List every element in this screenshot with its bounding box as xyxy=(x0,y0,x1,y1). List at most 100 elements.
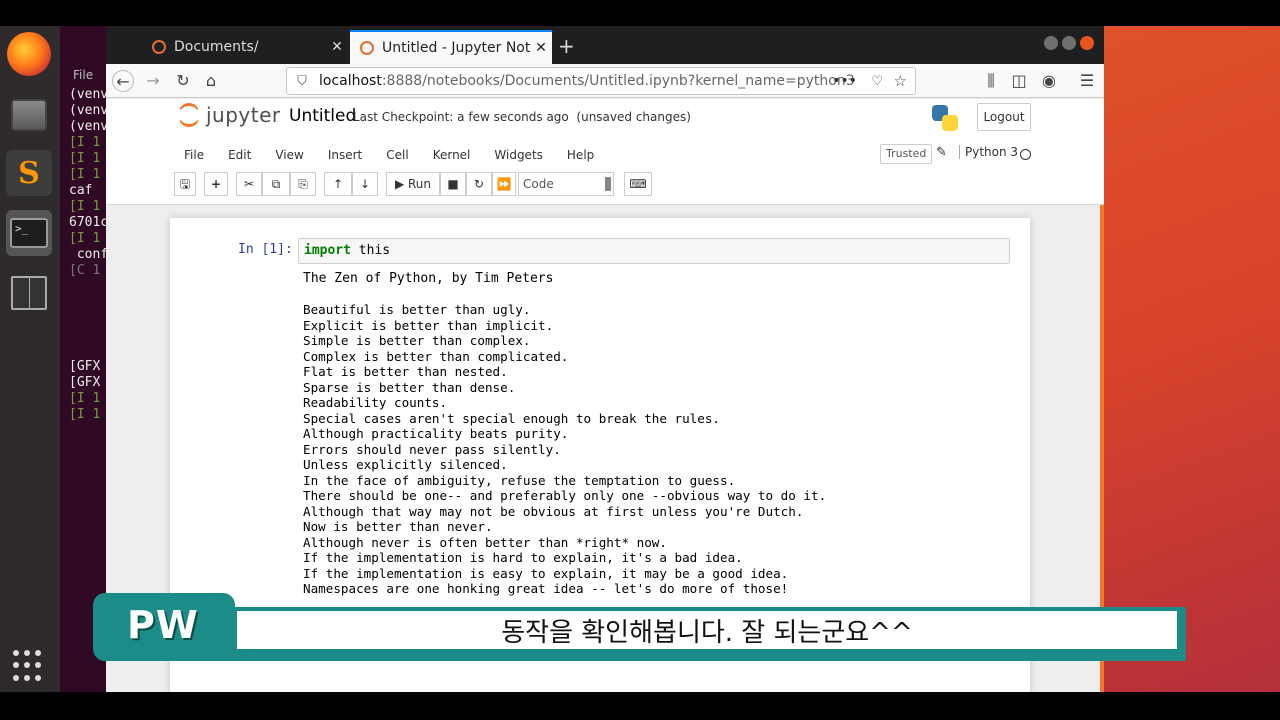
terminal-line: 6701c xyxy=(69,215,106,230)
close-tab-icon[interactable]: ✕ xyxy=(326,39,348,55)
restart-run-all-icon[interactable]: ⏩ xyxy=(492,172,516,196)
output-line: Beautiful is better than ugly. xyxy=(303,302,531,317)
menu-help[interactable]: Help xyxy=(555,148,606,162)
terminal-line: [GFX xyxy=(69,359,101,374)
output-line: Although never is often better than *rig… xyxy=(303,534,667,550)
menu-widgets[interactable]: Widgets xyxy=(482,148,555,162)
menu-cell[interactable]: Cell xyxy=(374,148,420,162)
library-icon[interactable]: ⫼ xyxy=(980,70,1002,92)
letterbox-bottom xyxy=(0,692,1280,720)
tab-untitled-notebook[interactable]: Untitled - Jupyter Notebook ✕ xyxy=(350,30,552,64)
terminal-line: [I 1 xyxy=(69,407,101,422)
jupyter-logo[interactable]: jupyter xyxy=(178,103,281,127)
menu-insert[interactable]: Insert xyxy=(316,148,374,162)
url-bar[interactable]: ⛉ ▢ localhost :8888/notebooks/Documents/… xyxy=(286,67,916,720)
close-tab-icon[interactable]: ✕ xyxy=(530,40,552,56)
channel-badge-text: PW xyxy=(127,603,199,647)
output-line: Namespaces are one honking great idea --… xyxy=(303,581,789,596)
firefox-icon[interactable] xyxy=(7,32,51,76)
terminal-line: [I 1 xyxy=(69,135,101,150)
unsaved-changes: (unsaved changes) xyxy=(576,110,691,124)
compare-icon[interactable] xyxy=(6,270,52,316)
jupyter-page: jupyter Untitled Last Checkpoint: a few … xyxy=(106,99,1104,692)
pocket-icon[interactable]: ♡ xyxy=(871,74,883,89)
cell-output: Beautiful is better than ugly. Explicit i… xyxy=(303,302,826,597)
menu-file[interactable]: File xyxy=(172,148,216,162)
command-palette-icon[interactable]: ⌨ xyxy=(624,172,652,196)
account-icon[interactable]: ◉ xyxy=(1038,70,1060,92)
output-line: Special cases aren't special enough to b… xyxy=(303,410,721,426)
output-line: Flat is better than nested. xyxy=(303,364,508,379)
terminal-window: File (venv (venv (venv [I 1 [I 1 [I 1 caf [I 16… xyxy=(60,26,106,692)
terminal-line: [GFX xyxy=(69,375,101,390)
output-line: Although that way may not be obvious at … xyxy=(303,503,804,519)
terminal-line: [I 1 xyxy=(69,167,101,182)
paste-icon[interactable]: ⎘ xyxy=(290,172,316,196)
cell-type-select[interactable]: Code xyxy=(518,172,614,196)
cut-icon[interactable]: ✂ xyxy=(236,172,262,196)
sidebar-icon[interactable]: ◫ xyxy=(1008,70,1030,92)
save-icon[interactable]: 🖫 xyxy=(174,172,196,196)
files-icon[interactable] xyxy=(6,92,52,138)
forward-icon[interactable]: → xyxy=(142,70,164,92)
code-rest: this xyxy=(350,243,391,258)
run-button[interactable]: ▶ Run xyxy=(386,172,440,196)
checkpoint-text: Last Checkpoint: a few seconds ago xyxy=(353,110,569,124)
trusted-indicator[interactable]: Trusted xyxy=(880,144,933,164)
back-icon[interactable]: ← xyxy=(112,70,134,92)
page-actions-icon[interactable]: ••• xyxy=(832,73,857,89)
copy-icon[interactable]: ⧉ xyxy=(262,172,290,196)
terminal-line: [I 1 xyxy=(69,391,101,406)
output-line: In the face of ambiguity, refuse the tem… xyxy=(303,472,736,488)
menu-view[interactable]: View xyxy=(263,148,315,162)
notebook-name[interactable]: Untitled xyxy=(289,106,356,126)
maximize-icon[interactable] xyxy=(1062,36,1076,50)
menu-kernel[interactable]: Kernel xyxy=(421,148,483,162)
output-title: The Zen of Python, by Tim Peters xyxy=(303,271,554,286)
input-prompt: In [1]: xyxy=(238,242,293,257)
bookmark-star-icon[interactable]: ☆ xyxy=(894,72,907,90)
terminal-line: (venv xyxy=(69,87,106,102)
output-line: If the implementation is easy to explain… xyxy=(303,565,789,581)
edit-mode-icon: ✎ xyxy=(936,145,947,160)
tab-title: Documents/ xyxy=(174,39,259,55)
jupyter-favicon-icon xyxy=(152,40,166,54)
sublime-text-icon[interactable]: S xyxy=(6,150,52,196)
letterbox-top xyxy=(0,0,1280,26)
move-up-icon[interactable]: ↑ xyxy=(324,172,352,196)
ubuntu-dock: S >_ xyxy=(0,26,60,692)
menu-edit[interactable]: Edit xyxy=(216,148,263,162)
tab-title: Untitled - Jupyter Notebook xyxy=(382,40,530,56)
home-icon[interactable]: ⌂ xyxy=(200,70,222,92)
output-line: Simple is better than complex. xyxy=(303,333,531,348)
terminal-line: caf xyxy=(69,183,93,198)
new-tab-button[interactable]: + xyxy=(558,34,575,58)
tab-documents[interactable]: Documents/ ✕ xyxy=(142,30,348,64)
terminal-line: conf xyxy=(69,247,106,262)
insert-cell-icon[interactable]: + xyxy=(204,172,228,196)
output-line: Complex is better than complicated. xyxy=(303,348,569,364)
tab-bar: Documents/ ✕ Untitled - Jupyter Notebook… xyxy=(106,26,1104,64)
hamburger-menu-icon[interactable]: ☰ xyxy=(1076,70,1098,92)
output-line: Readability counts. xyxy=(303,395,448,410)
restart-icon[interactable]: ↻ xyxy=(466,172,492,196)
output-line: Sparse is better than dense. xyxy=(303,379,516,395)
terminal-menu-file[interactable]: File xyxy=(60,26,106,82)
window-controls xyxy=(1044,36,1094,50)
kernel-status-icon xyxy=(1020,149,1031,160)
reload-icon[interactable]: ↻ xyxy=(172,70,194,92)
kernel-name[interactable]: Python 3 xyxy=(959,145,1018,159)
jupyter-logo-text: jupyter xyxy=(206,103,281,127)
python-logo-icon xyxy=(932,105,958,131)
terminal-icon[interactable]: >_ xyxy=(6,210,52,256)
move-down-icon[interactable]: ↓ xyxy=(352,172,378,196)
show-applications-icon[interactable] xyxy=(13,650,45,682)
close-window-icon[interactable] xyxy=(1080,36,1094,50)
tracking-shield-icon[interactable]: ⛉ xyxy=(291,74,313,89)
code-cell-input[interactable]: import this xyxy=(298,238,1010,264)
interrupt-icon[interactable]: ■ xyxy=(440,172,466,196)
minimize-icon[interactable] xyxy=(1044,36,1058,50)
logout-button[interactable]: Logout xyxy=(977,103,1031,131)
